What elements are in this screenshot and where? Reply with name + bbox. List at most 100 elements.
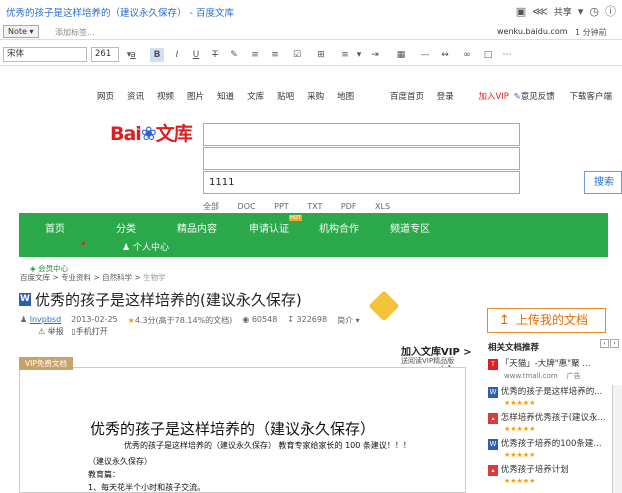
tab-home[interactable]: 首页 xyxy=(45,220,65,235)
bullet-list-icon[interactable]: ≡ xyxy=(248,48,262,62)
link-icon[interactable]: ∞ xyxy=(460,48,474,62)
upload-date: 2013-02-25 xyxy=(71,315,118,324)
divider-icon[interactable]: — xyxy=(418,48,432,62)
checkbox-icon[interactable]: ☑ xyxy=(290,48,304,62)
search-input[interactable]: 1111 xyxy=(203,171,520,194)
personal-center[interactable]: ♟ 个人中心 xyxy=(122,240,169,253)
related-item[interactable]: T 「天猫」-大牌"惠"聚 ... xyxy=(488,357,590,370)
baidu-logo[interactable]: Bai❀文库 xyxy=(110,119,193,146)
author-link[interactable]: lnvpbsd xyxy=(30,315,61,324)
doc-line: （建议永久保存） xyxy=(88,457,152,466)
breadcrumb-item[interactable]: 生物学 xyxy=(143,273,166,282)
related-title: 优秀孩子培养的100条建... xyxy=(500,439,602,449)
nav-item[interactable]: 文库 xyxy=(247,90,264,102)
user-icon: ♟ xyxy=(122,243,131,253)
nav-item[interactable]: 视频 xyxy=(157,90,174,102)
tab-partners[interactable]: 机构合作 xyxy=(319,220,359,235)
baidu-home-link[interactable]: 百度首页 xyxy=(390,92,424,102)
doctype-item[interactable]: DOC xyxy=(238,202,256,211)
indent-icon[interactable]: ⇥ xyxy=(368,48,382,62)
table-icon[interactable]: ⊞ xyxy=(314,48,328,62)
word-icon: W xyxy=(488,387,498,398)
breadcrumb: 百度文库 > 专业资料 > 自然科学 > 生物学 xyxy=(20,273,166,282)
search-box-2[interactable] xyxy=(203,147,520,170)
tab-channels[interactable]: 频道专区 xyxy=(390,220,430,235)
grid-icon[interactable]: ▦ xyxy=(394,48,408,62)
vip-diamond-icon xyxy=(368,290,400,322)
bold-button[interactable]: B xyxy=(150,48,164,62)
highlight-icon[interactable]: ✎ xyxy=(227,48,241,62)
source-url[interactable]: wenku.baidu.com xyxy=(497,27,568,36)
document-meta: ♟ lnvpbsd 2013-02-25 ★4.3分(高于78.14%的文档) … xyxy=(20,315,360,326)
font-size-select[interactable]: 261 xyxy=(91,47,119,62)
tab-premium[interactable]: 精品内容 xyxy=(177,220,217,235)
chevron-down-icon[interactable]: ▾ xyxy=(578,5,584,18)
login-link[interactable]: 登录 xyxy=(437,92,454,102)
doc-line: 优秀的孩子是这样培养的（建议永久保存） 教育专家给家长的 100 条建议！！！ xyxy=(124,441,411,450)
note-label: Note xyxy=(8,27,27,36)
nav-item[interactable]: 贴吧 xyxy=(277,90,294,102)
comment-toolbar-icon[interactable]: □ xyxy=(481,48,495,62)
nav-item[interactable]: 地图 xyxy=(337,90,354,102)
nav-item[interactable]: 资讯 xyxy=(127,90,144,102)
breadcrumb-item[interactable]: 专业资料 xyxy=(61,273,91,282)
attachment-icon[interactable]: ↭ xyxy=(438,48,452,62)
align-dropdown-icon[interactable]: ▾ xyxy=(352,48,366,62)
note-dropdown[interactable]: Note ▾ xyxy=(3,25,39,38)
breadcrumb-item[interactable]: 百度文库 xyxy=(20,273,50,282)
info-icon[interactable]: ⓘ xyxy=(605,3,616,19)
feedback-link[interactable]: 意见反馈 xyxy=(521,92,555,102)
underline-button[interactable]: U xyxy=(189,48,203,62)
doctype-item[interactable]: XLS xyxy=(375,202,390,211)
nav-item[interactable]: 采购 xyxy=(307,90,324,102)
doctype-item[interactable]: 全部 xyxy=(203,202,219,211)
related-item[interactable]: ▴ 优秀孩子培养计划 xyxy=(488,463,569,476)
tab-category[interactable]: 分类 xyxy=(116,220,136,235)
pdf-icon: ▴ xyxy=(488,413,498,424)
clock-icon[interactable]: ◷ xyxy=(589,5,599,18)
related-item[interactable]: ▴ 怎样培养优秀孩子(建议永... xyxy=(488,411,606,424)
doctype-item[interactable]: TXT xyxy=(307,202,322,211)
site-nav-right: 百度首页 登录 加入VIP ✎意见反馈 下载客户端 xyxy=(390,90,612,102)
related-item[interactable]: W 优秀孩子培养的100条建... xyxy=(488,437,602,450)
report-link[interactable]: 举报 xyxy=(48,327,64,336)
share-button[interactable]: 共享 xyxy=(554,5,572,18)
search-button[interactable]: 搜索 xyxy=(584,171,622,194)
document-title: 优秀的孩子是这样培养的(建议永久保存) xyxy=(35,291,302,309)
nav-item[interactable]: 网页 xyxy=(97,90,114,102)
related-item[interactable]: W 优秀的孩子是这样培养的... xyxy=(488,385,602,398)
breadcrumb-item[interactable]: 自然科学 xyxy=(102,273,132,282)
add-tag-input[interactable]: 添加标签... xyxy=(55,27,95,38)
nav-item[interactable]: 图片 xyxy=(187,90,204,102)
share-icon[interactable]: ⋘ xyxy=(532,5,548,18)
personal-center-label: 个人中心 xyxy=(132,243,169,253)
chevron-left-icon[interactable]: ‹ xyxy=(600,339,609,348)
nav-item[interactable]: 知道 xyxy=(217,90,234,102)
chevron-right-icon[interactable]: › xyxy=(610,339,619,348)
join-vip-link[interactable]: 加入VIP xyxy=(478,92,508,102)
more-icon[interactable]: ⋯ xyxy=(500,48,514,62)
text-color-button[interactable]: a xyxy=(126,48,140,62)
font-family-select[interactable]: 宋体 xyxy=(3,47,87,62)
tab-certification[interactable]: 申请认证 xyxy=(249,220,289,235)
hot-badge: HOT xyxy=(289,215,302,221)
search-box-1[interactable] xyxy=(203,123,520,146)
upload-button[interactable]: ↥ 上传我的文档 xyxy=(487,308,606,333)
note-bar: Note ▾ 添加标签... wenku.baidu.com 1 分钟前 xyxy=(0,23,622,40)
site-nav: 网页 资讯 视频 图片 知道 文库 贴吧 采购 地图 xyxy=(97,90,367,102)
doctype-item[interactable]: PPT xyxy=(274,202,289,211)
scrollbar[interactable] xyxy=(612,385,622,493)
author-icon: ♟ xyxy=(20,315,28,324)
numbered-list-icon[interactable]: ≡ xyxy=(268,48,282,62)
document-preview: 优秀的孩子是这样培养的（建议永久保存） 优秀的孩子是这样培养的（建议永久保存） … xyxy=(19,367,466,493)
strikethrough-button[interactable]: T xyxy=(208,48,222,62)
doctype-item[interactable]: PDF xyxy=(341,202,357,211)
italic-button[interactable]: I xyxy=(170,48,184,62)
intro-dropdown[interactable]: 简介 ▾ xyxy=(337,315,360,326)
comment-icon[interactable]: ▣ xyxy=(516,5,526,18)
doc-type-filter: 全部 DOC PPT TXT PDF XLS xyxy=(203,201,406,212)
align-icon[interactable]: ≡ xyxy=(338,48,352,62)
doc-heading: 优秀的孩子是这样培养的（建议永久保存） xyxy=(90,420,376,438)
download-client-link[interactable]: 下载客户端 xyxy=(569,92,612,102)
mobile-open-link[interactable]: 手机打开 xyxy=(76,327,108,336)
